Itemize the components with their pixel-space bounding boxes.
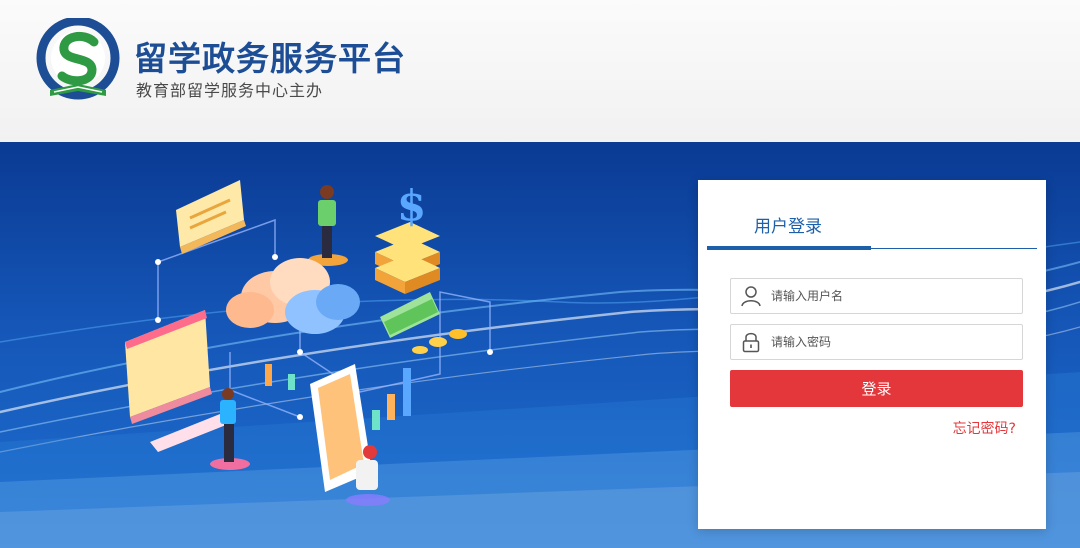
tab-active-indicator: [707, 246, 871, 250]
user-icon: [731, 279, 771, 313]
svg-text:$: $: [397, 181, 426, 230]
site-title: 留学政务服务平台: [134, 39, 406, 78]
username-field[interactable]: [730, 278, 1023, 314]
forgot-password-link[interactable]: 忘记密码?: [953, 418, 1016, 438]
login-panel: 用户登录 登录 忘记密码?: [698, 180, 1046, 529]
cscse-logo-icon[interactable]: [36, 18, 120, 102]
site-header: 留学政务服务平台 教育部留学服务中心主办: [0, 0, 1080, 142]
lock-icon: [731, 325, 771, 359]
username-input[interactable]: [771, 280, 1022, 312]
password-field[interactable]: [730, 324, 1023, 360]
password-input[interactable]: [771, 326, 1022, 358]
site-subtitle: 教育部留学服务中心主办: [136, 81, 324, 100]
login-button[interactable]: 登录: [730, 370, 1023, 407]
tab-user-login[interactable]: 用户登录: [754, 212, 822, 237]
